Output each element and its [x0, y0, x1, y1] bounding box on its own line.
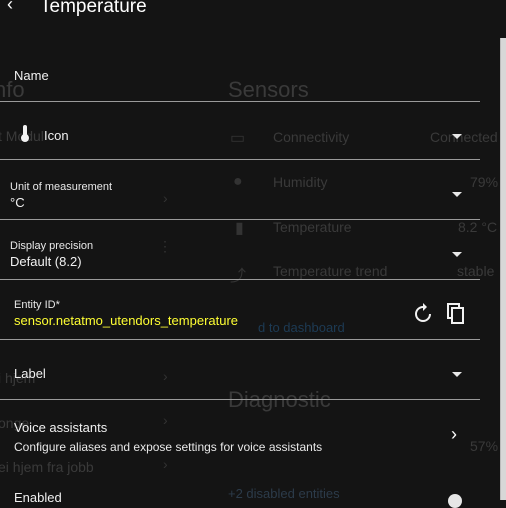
name-underline	[0, 101, 480, 102]
label-label: Label	[14, 366, 46, 381]
chevron-right-icon[interactable]: ›	[451, 424, 457, 445]
copy-icon[interactable]	[444, 302, 468, 326]
voice-assistants-title: Voice assistants	[14, 420, 108, 435]
caret-down-icon[interactable]	[452, 252, 462, 257]
caret-down-icon[interactable]	[452, 134, 462, 139]
label-picker[interactable]: Label	[0, 340, 480, 400]
thermometer-icon	[20, 125, 30, 148]
name-label: Name	[14, 68, 49, 83]
caret-down-icon[interactable]	[452, 372, 462, 377]
unit-label: Unit of measurement	[10, 181, 113, 193]
enabled-toggle[interactable]	[448, 494, 462, 508]
entity-settings-dialog: ‹ Temperature Name Icon Unit of measurem…	[0, 0, 500, 508]
precision-value: Default (8.2)	[10, 254, 82, 269]
enabled-row[interactable]: Enabled	[0, 470, 480, 505]
back-arrow-icon[interactable]: ‹	[7, 0, 13, 15]
voice-assistants-row[interactable]: Voice assistants Configure aliases and e…	[0, 400, 480, 470]
name-field[interactable]: Name	[0, 40, 480, 102]
dialog-header: ‹ Temperature	[0, 0, 500, 18]
unit-value: °C	[10, 195, 25, 210]
scrollbar-track[interactable]	[500, 38, 506, 500]
precision-select[interactable]: Display precision Default (8.2)	[0, 220, 480, 280]
entity-id-field[interactable]: Entity ID* sensor.netatmo_utendors_tempe…	[0, 280, 480, 340]
unit-select[interactable]: Unit of measurement °C	[0, 160, 480, 220]
entity-id-label: Entity ID*	[14, 299, 60, 311]
refresh-icon[interactable]	[411, 302, 435, 326]
icon-picker[interactable]: Icon	[0, 103, 480, 160]
dialog-title: Temperature	[40, 0, 147, 17]
icon-label: Icon	[44, 128, 69, 143]
entity-id-value[interactable]: sensor.netatmo_utendors_temperature	[14, 313, 238, 328]
caret-down-icon[interactable]	[452, 192, 462, 197]
voice-assistants-subtitle: Configure aliases and expose settings fo…	[14, 440, 323, 454]
enabled-label: Enabled	[14, 490, 62, 505]
precision-label: Display precision	[10, 240, 94, 252]
